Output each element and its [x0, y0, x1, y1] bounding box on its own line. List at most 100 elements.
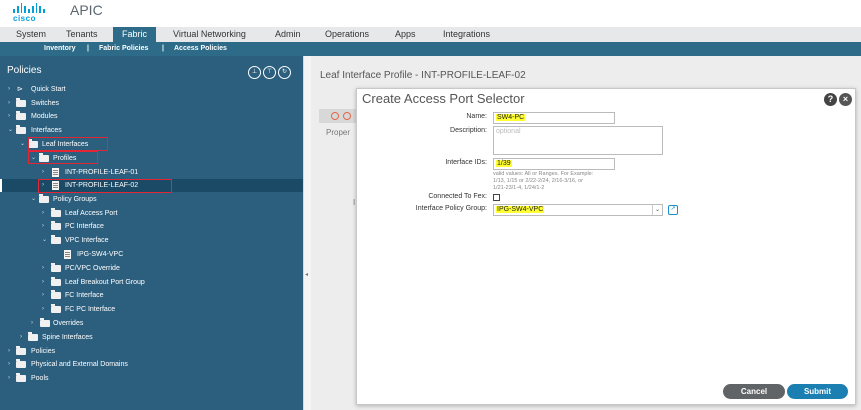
- hint-line: 1/13, 1/15 or 2/22-2/24, 2/16-3/16, or: [493, 178, 583, 184]
- subtab-access-policies[interactable]: Access Policies: [174, 42, 227, 56]
- tab-virtual-networking[interactable]: Virtual Networking: [173, 27, 246, 42]
- name-field[interactable]: SW4-PC: [493, 112, 615, 124]
- tree-label: Policy Groups: [53, 196, 97, 203]
- folder-icon: [40, 318, 50, 327]
- subnav-separator: |: [162, 45, 164, 52]
- submit-button[interactable]: Submit: [787, 384, 848, 399]
- folder-icon: [51, 263, 61, 272]
- chevron-right-icon[interactable]: ›: [42, 262, 44, 275]
- app-title: APIC: [70, 2, 103, 18]
- delete-icon[interactable]: [331, 112, 339, 120]
- collapse-icon[interactable]: ⊥: [248, 66, 261, 79]
- chevron-down-icon[interactable]: ⌄: [31, 193, 36, 206]
- properties-label: Proper: [326, 128, 351, 137]
- tree-label: PC/VPC Override: [65, 265, 120, 272]
- tree-label: Leaf Access Port: [65, 210, 118, 217]
- interface-ids-hint: valid values: All or Ranges. For Example…: [493, 171, 663, 192]
- tree-label: INT-PROFILE-LEAF-01: [65, 169, 139, 176]
- dialog-title: Create Access Port Selector: [362, 91, 525, 106]
- chevron-right-icon[interactable]: ›: [8, 110, 10, 123]
- chevron-right-icon[interactable]: ›: [8, 372, 10, 385]
- tab-system[interactable]: System: [16, 27, 46, 42]
- interface-policy-group-select[interactable]: IPG-SW4-VPC ⌄: [493, 204, 663, 216]
- tree-label: Quick Start: [31, 86, 66, 93]
- pane-splitter[interactable]: ◂: [303, 56, 311, 410]
- tab-admin[interactable]: Admin: [275, 27, 301, 42]
- close-icon[interactable]: ×: [839, 93, 852, 106]
- chevron-right-icon[interactable]: ›: [42, 207, 44, 220]
- annotation-box: [38, 179, 172, 193]
- tree-label: VPC Interface: [65, 237, 109, 244]
- top-header: cisco APIC: [0, 0, 861, 27]
- chevron-right-icon[interactable]: ›: [42, 276, 44, 289]
- chevron-down-icon[interactable]: ⌄: [20, 138, 25, 151]
- description-field[interactable]: optional: [493, 126, 663, 155]
- chevron-right-icon[interactable]: ›: [8, 345, 10, 358]
- chevron-down-icon[interactable]: ⌄: [652, 205, 662, 215]
- tree-label: Interfaces: [31, 127, 62, 134]
- selection-marker: [0, 179, 2, 192]
- chevron-right-icon[interactable]: ›: [8, 97, 10, 110]
- chevron-right-icon[interactable]: ›: [8, 83, 10, 96]
- tree-label: Spine Interfaces: [42, 334, 93, 341]
- chevron-down-icon[interactable]: ⌄: [42, 234, 47, 247]
- subtab-inventory[interactable]: Inventory: [44, 42, 76, 56]
- folder-icon: [51, 304, 61, 313]
- cisco-logo: cisco: [13, 3, 46, 25]
- field-label: I: [353, 198, 356, 207]
- sidebar-title: Policies: [7, 65, 42, 76]
- folder-icon: [51, 235, 61, 244]
- chevron-right-icon[interactable]: ›: [42, 220, 44, 233]
- tree-label: Leaf Breakout Port Group: [65, 279, 145, 286]
- interface-policy-group-label: Interface Policy Group:: [415, 205, 487, 212]
- interface-ids-field[interactable]: 1/39: [493, 158, 615, 170]
- chevron-right-icon[interactable]: ›: [31, 317, 33, 330]
- folder-icon: [51, 277, 61, 286]
- chevron-right-icon[interactable]: ›: [8, 358, 10, 371]
- tree-label: Physical and External Domains: [31, 361, 128, 368]
- chevron-down-icon[interactable]: ⌄: [8, 124, 13, 137]
- help-icon[interactable]: ?: [824, 93, 837, 106]
- alert-icon[interactable]: [343, 112, 351, 120]
- document-icon: [52, 168, 59, 177]
- tab-fabric[interactable]: Fabric: [113, 27, 157, 42]
- splitter-handle-icon: ◂: [305, 272, 309, 278]
- chevron-right-icon[interactable]: ›: [42, 303, 44, 316]
- cancel-button[interactable]: Cancel: [723, 384, 785, 399]
- interface-ids-label: Interface IDs:: [445, 159, 487, 166]
- folder-icon: [16, 359, 26, 368]
- edit-policy-group-icon[interactable]: ↗: [668, 205, 678, 215]
- name-label: Name:: [466, 113, 487, 120]
- tree-label: IPG-SW4-VPC: [77, 251, 124, 258]
- expand-icon[interactable]: ⊤: [263, 66, 276, 79]
- chevron-right-icon[interactable]: ›: [42, 166, 44, 179]
- folder-icon: [16, 346, 26, 355]
- tree-label: Switches: [31, 100, 60, 107]
- tab-apps[interactable]: Apps: [395, 27, 416, 42]
- tab-tenants[interactable]: Tenants: [66, 27, 98, 42]
- tree-label: FC PC Interface: [65, 306, 116, 313]
- folder-icon: [51, 221, 61, 230]
- chevron-right-icon[interactable]: ›: [42, 289, 44, 302]
- connected-to-fex-checkbox[interactable]: [493, 194, 500, 201]
- main-nav: System Tenants Fabric Virtual Networking…: [0, 27, 861, 42]
- hint-line: valid values: All or Ranges. For Example…: [493, 171, 594, 177]
- chevron-right-icon[interactable]: ›: [20, 331, 22, 344]
- folder-icon: [16, 125, 26, 134]
- tree-label: Modules: [31, 113, 58, 120]
- policy-group-value: IPG-SW4-VPC: [496, 206, 545, 213]
- toolbar: [319, 109, 359, 123]
- folder-icon: [16, 98, 26, 107]
- folder-icon: [51, 290, 61, 299]
- folder-icon: [51, 208, 61, 217]
- subtab-fabric-policies[interactable]: Fabric Policies: [99, 42, 148, 56]
- tab-integrations[interactable]: Integrations: [443, 27, 490, 42]
- play-icon: ⊳: [17, 86, 23, 93]
- page-title: Leaf Interface Profile - INT-PROFILE-LEA…: [320, 70, 526, 81]
- annotation-box: [28, 137, 108, 151]
- create-access-port-selector-dialog: Create Access Port Selector ? × Name: SW…: [356, 88, 856, 405]
- hint-line: 1/21-23/1-4, 1/24/1-2: [493, 185, 545, 191]
- subnav-separator: |: [87, 45, 89, 52]
- tab-operations[interactable]: Operations: [325, 27, 369, 42]
- refresh-icon[interactable]: ↻: [278, 66, 291, 79]
